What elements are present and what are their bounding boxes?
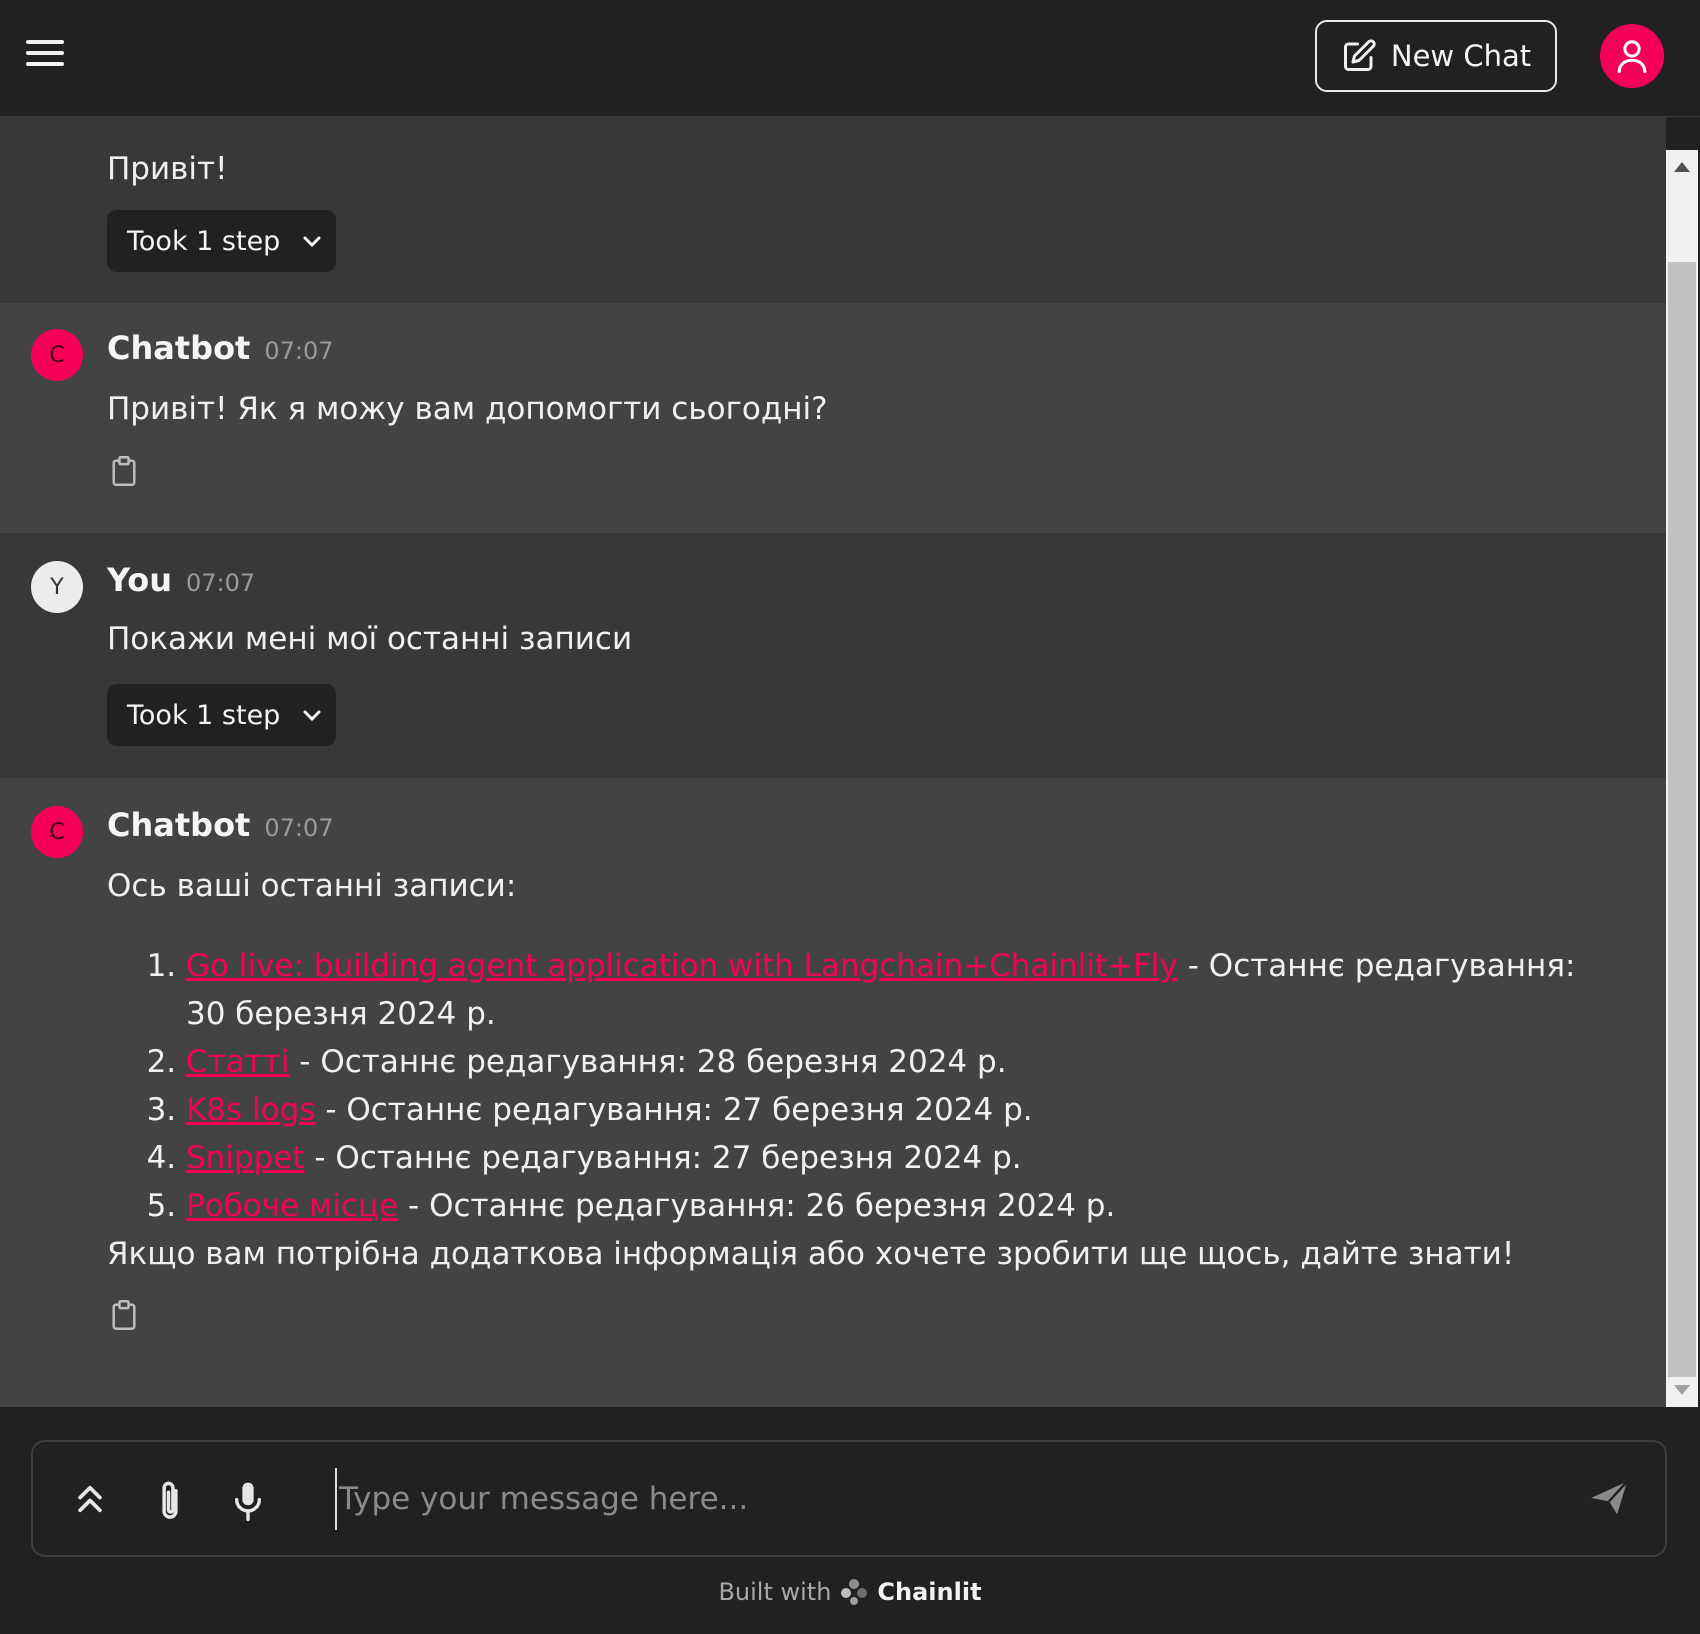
chevrons-up-icon[interactable] [73,1479,107,1519]
footer: Built with Chainlit [0,1572,1700,1612]
chevron-down-icon [303,710,321,722]
author-name: Chatbot [107,329,251,367]
message-header: Chatbot 07:07 [107,329,334,367]
message-outro: Якщо вам потрібна додаткова інформація а… [107,1236,1515,1272]
user-avatar[interactable] [1600,24,1664,88]
message-header: You 07:07 [107,561,255,599]
edit-icon [1343,39,1376,71]
step-toggle-button[interactable]: Took 1 step [107,210,336,272]
message-assistant: C Chatbot 07:07 Привіт! Як я можу вам доп… [0,303,1666,533]
microphone-icon[interactable] [231,1479,265,1523]
author-name: Chatbot [107,806,251,844]
user-icon [1617,40,1647,74]
list-item: K8s logs - Останнє редагування: 27 берез… [186,1086,1618,1134]
clipboard-icon[interactable] [110,455,138,487]
message-user: Привіт! Took 1 step [0,117,1666,303]
list-item: Go live: building agent application with… [186,942,1618,1038]
record-link[interactable]: K8s logs [186,1092,315,1128]
scrollbar[interactable] [1666,150,1698,1407]
message-time: 07:07 [186,569,256,597]
record-meta: - Останнє редагування: 27 березня 2024 р… [315,1092,1033,1128]
step-toggle-button[interactable]: Took 1 step [107,684,336,746]
author-name: You [107,561,172,599]
record-link[interactable]: Робоче місце [186,1188,398,1224]
chatbot-avatar: C [31,329,83,381]
message-assistant: C Chatbot 07:07 Ось ваші останні записи: … [0,778,1666,1407]
scrollbar-thumb[interactable] [1668,262,1696,1377]
menu-icon[interactable] [26,40,64,72]
message-text: Привіт! [107,151,228,187]
scroll-down-arrow-icon[interactable] [1674,1385,1690,1395]
new-chat-label: New Chat [1390,39,1532,73]
message-intro: Ось ваші останні записи: [107,868,517,904]
record-meta: - Останнє редагування: 26 березня 2024 р… [398,1188,1116,1224]
chatbot-avatar: C [31,806,83,858]
new-chat-button[interactable]: New Chat [1315,20,1557,92]
message-input[interactable] [335,1468,1575,1530]
chevron-down-icon [303,236,321,248]
record-meta: - Останнє редагування: 28 березня 2024 р… [289,1044,1007,1080]
records-list: Go live: building agent application with… [148,942,1618,1230]
record-link[interactable]: Go live: building agent application with… [186,948,1178,984]
message-time: 07:07 [264,814,334,842]
send-icon[interactable] [1589,1480,1629,1516]
message-time: 07:07 [264,337,334,365]
list-item: Робоче місце - Останнє редагування: 26 б… [186,1182,1618,1230]
message-text: Привіт! Як я можу вам допомогти сьогодні… [107,391,828,427]
top-bar: New Chat [0,0,1700,117]
message-list[interactable]: Привіт! Took 1 step C Chatbot 07:07 Приві… [0,117,1666,1407]
list-item: Snippet - Останнє редагування: 27 березн… [186,1134,1618,1182]
message-header: Chatbot 07:07 [107,806,334,844]
chainlit-brand[interactable]: Chainlit [877,1578,981,1606]
message-composer [31,1440,1667,1557]
built-with-text: Built with [718,1578,832,1606]
you-avatar: Y [31,561,83,613]
record-link[interactable]: Статті [186,1044,289,1080]
chainlit-logo-icon [841,1579,868,1605]
list-item: Статті - Останнє редагування: 28 березня… [186,1038,1618,1086]
step-label: Took 1 step [127,699,281,731]
message-user: Y You 07:07 Покажи мені мої останні запис… [0,533,1666,778]
record-meta: - Останнє редагування: 27 березня 2024 р… [304,1140,1022,1176]
step-label: Took 1 step [127,225,281,257]
paperclip-icon[interactable] [153,1479,187,1523]
clipboard-icon[interactable] [110,1299,138,1331]
scroll-up-arrow-icon[interactable] [1674,162,1690,172]
record-link[interactable]: Snippet [186,1140,305,1176]
message-text: Покажи мені мої останні записи [107,621,633,657]
